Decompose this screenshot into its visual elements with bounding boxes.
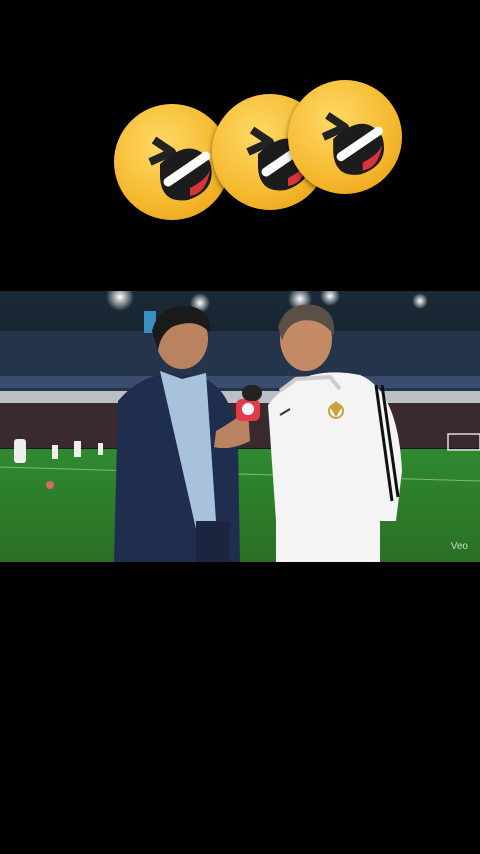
stadium-interview-scene: [0, 291, 480, 562]
video-frame[interactable]: Veo: [0, 291, 480, 562]
veo-watermark: Veo: [450, 541, 468, 552]
emoji-overlay: [0, 70, 480, 230]
laughing-face-emoji: [288, 80, 402, 194]
